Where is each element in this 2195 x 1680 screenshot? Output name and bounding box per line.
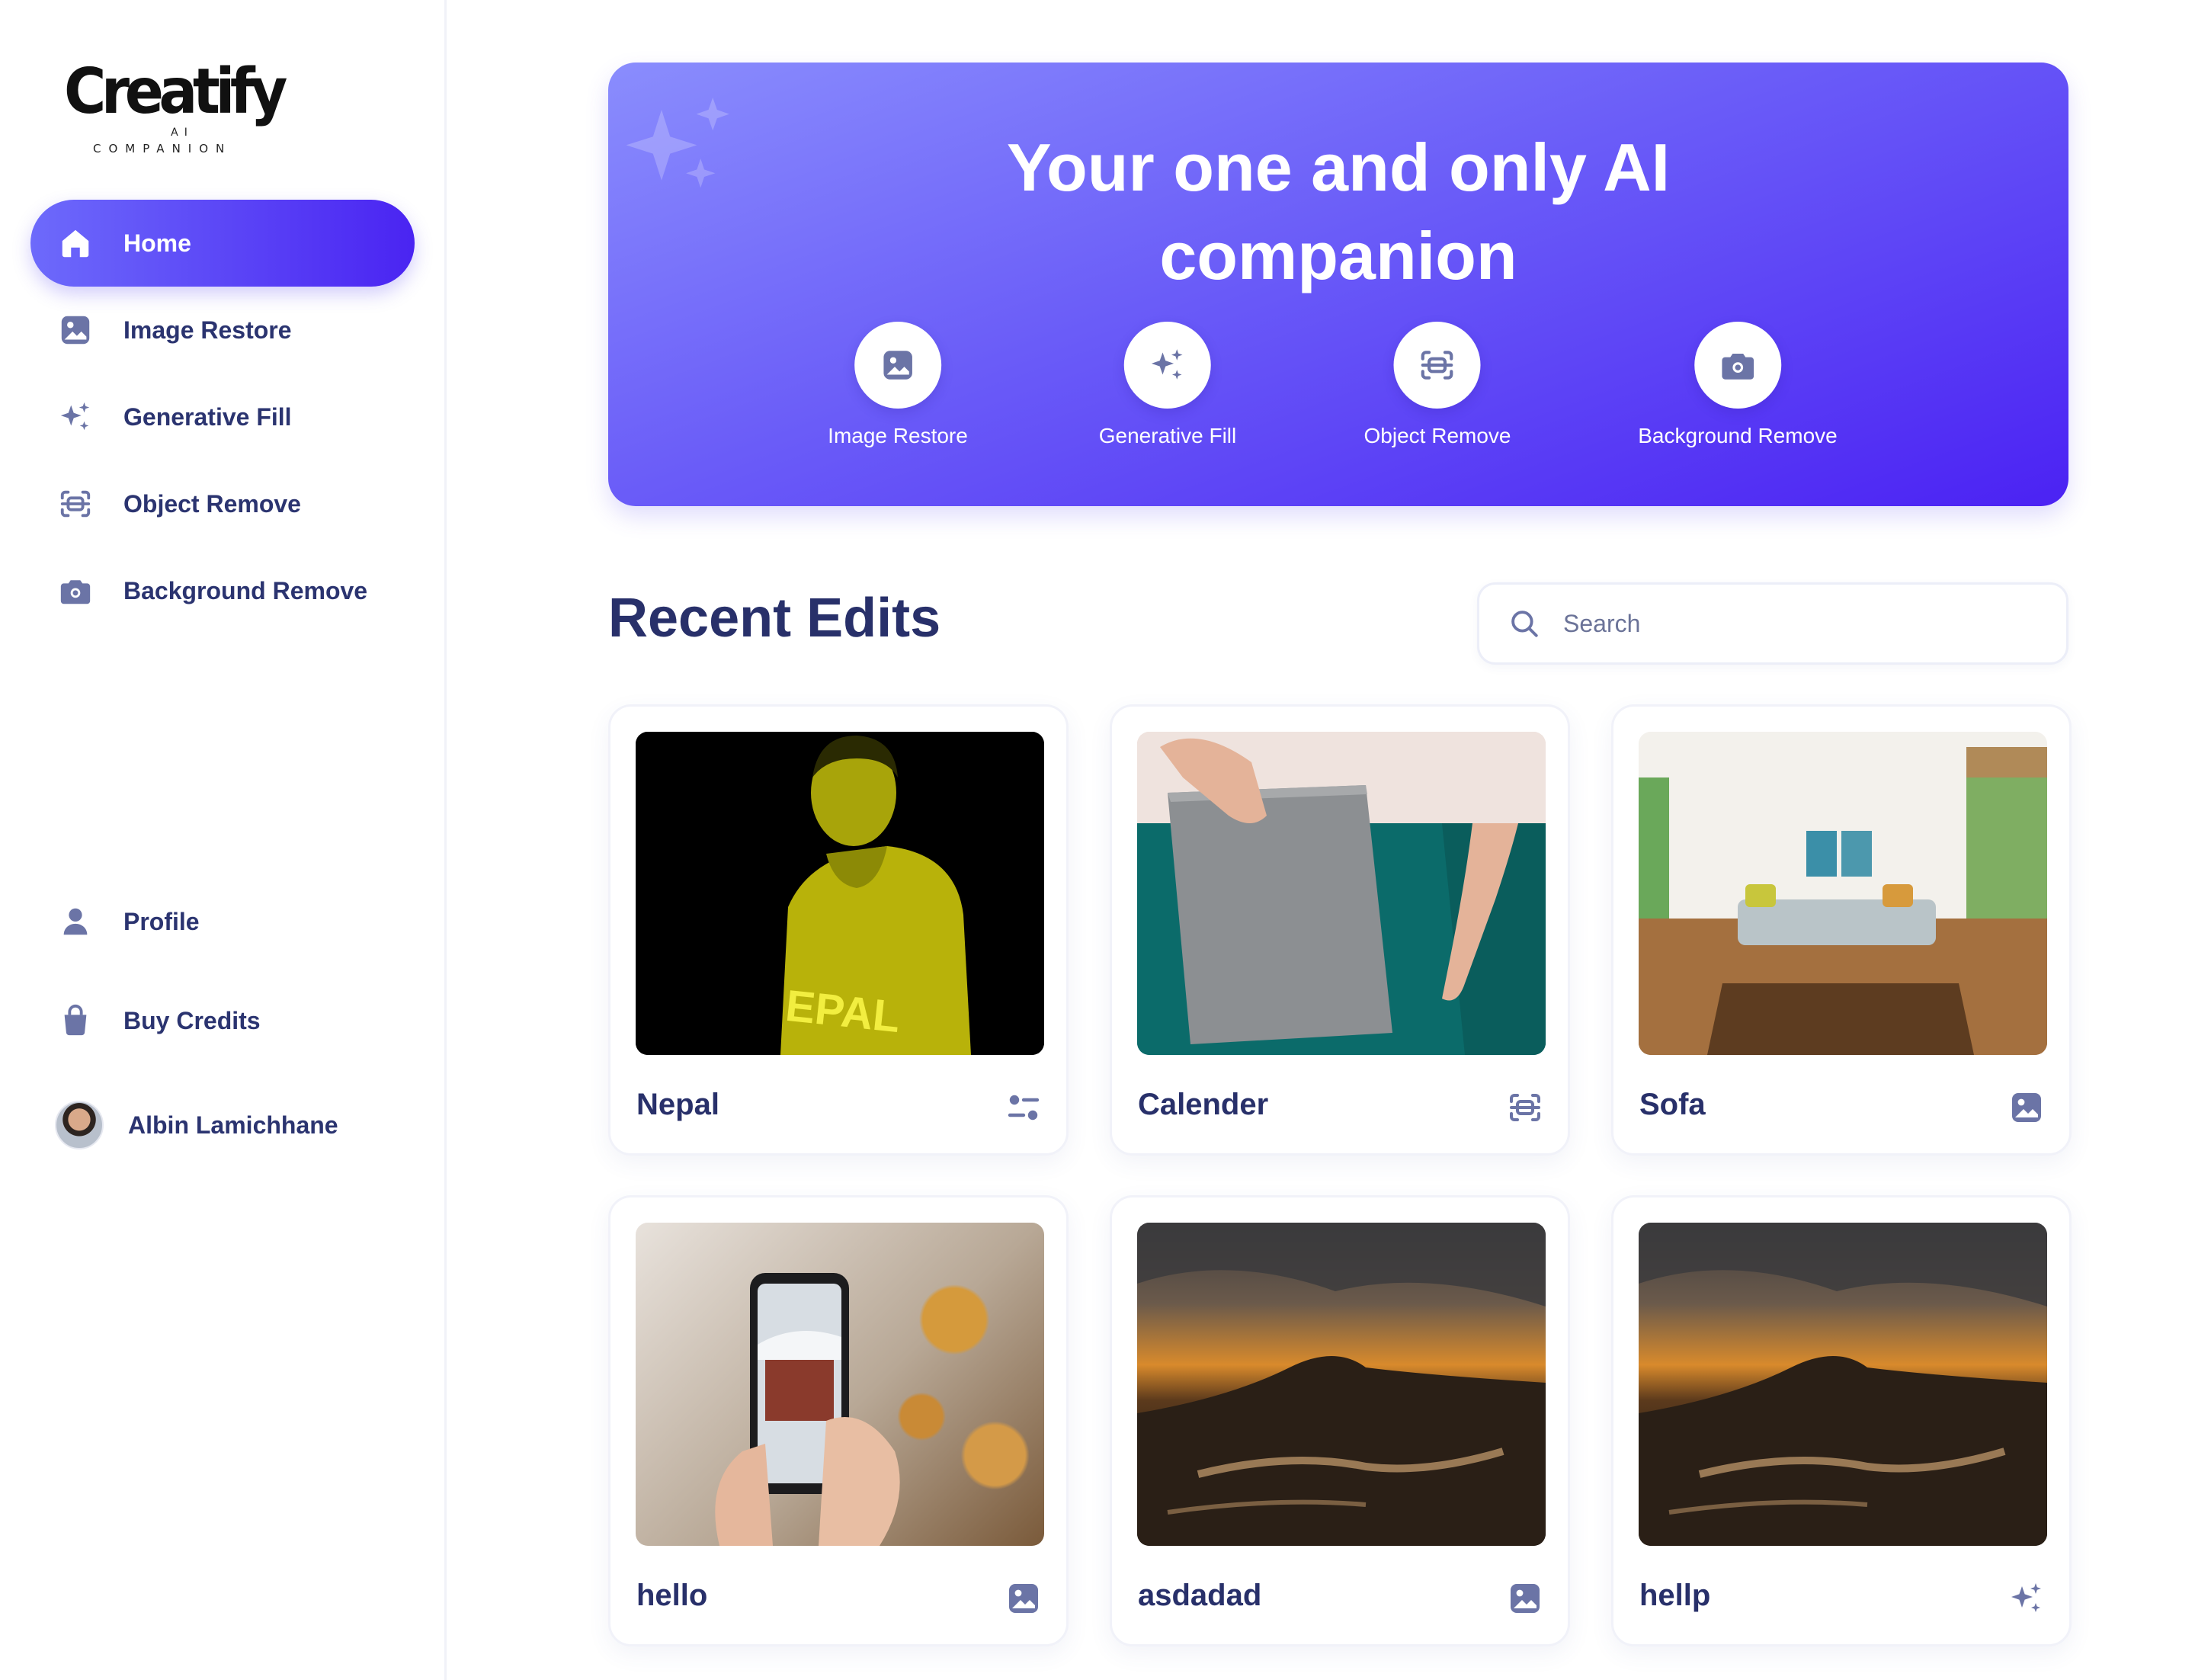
sidebar-item-home[interactable]: Home [30, 200, 415, 287]
edit-card-asdadad[interactable]: asdadad [1110, 1195, 1570, 1646]
hero-tool-background-remove[interactable]: Background Remove [1638, 322, 1838, 448]
scan-icon [1507, 1089, 1543, 1126]
logo-ai: AI [171, 127, 194, 139]
adjust-icon [1005, 1089, 1042, 1126]
sidebar-item-image-restore[interactable]: Image Restore [30, 287, 415, 374]
hero-tool-button[interactable] [1394, 322, 1481, 409]
edit-card-title: Sofa [1639, 1088, 1706, 1121]
sidebar-item-label: Image Restore [123, 316, 292, 344]
sidebar-item-buy-credits[interactable]: Buy Credits [30, 977, 415, 1064]
home-icon [56, 224, 95, 262]
search-box[interactable] [1477, 582, 2068, 665]
bag-icon [56, 1002, 95, 1040]
hero-tool-label: Image Restore [828, 424, 968, 447]
hero-tool-label: Generative Fill [1098, 424, 1237, 447]
edit-thumbnail [1137, 1223, 1546, 1546]
edit-thumbnail [1639, 1223, 2047, 1546]
hero-tool-label: Background Remove [1638, 424, 1838, 447]
camera-icon [56, 572, 95, 610]
avatar [55, 1101, 104, 1149]
image-icon [883, 351, 912, 380]
search-icon [1511, 611, 1538, 637]
hero-tool-generative-fill[interactable]: Generative Fill [1098, 322, 1237, 448]
edit-thumbnail [636, 1223, 1044, 1546]
hero-banner: Your one and only AI companion Image Res… [608, 63, 2068, 506]
logo-subtitle: COMPANION [93, 142, 232, 155]
sidebar-item-label: Object Remove [123, 489, 301, 518]
edit-card-title: hello [636, 1579, 708, 1612]
edit-card-calender[interactable]: Calender [1110, 704, 1570, 1156]
sidebar-item-profile[interactable]: Profile [30, 878, 415, 965]
edit-thumbnail [1137, 732, 1546, 1055]
hero-tool-image-restore[interactable]: Image Restore [828, 322, 968, 448]
image-icon [2008, 1089, 2045, 1126]
sidebar-item-label: Background Remove [123, 576, 368, 604]
camera-icon [1722, 354, 1754, 380]
user-name: Albin Lamichhane [128, 1111, 338, 1139]
edit-card-sofa[interactable]: Sofa [1611, 704, 2072, 1156]
logo-wordmark: Creatify [64, 56, 287, 128]
edit-thumbnail: EPAL [636, 732, 1044, 1055]
sidebar-item-generative-fill[interactable]: Generative Fill [30, 374, 415, 460]
edit-card-title: Nepal [636, 1088, 719, 1121]
hero-title: Your one and only AI companion [1006, 130, 1671, 293]
recent-edits-title: Recent Edits [608, 588, 941, 649]
hero-tool-object-remove[interactable]: Object Remove [1364, 322, 1511, 448]
sidebar-item-label: Buy Credits [123, 1006, 261, 1034]
hero-tool-button[interactable] [854, 322, 941, 409]
scan-icon [56, 485, 95, 523]
hero-tool-button[interactable] [1123, 322, 1211, 409]
edit-card-nepal[interactable]: EPAL Nepal [608, 704, 1069, 1156]
sidebar-item-label: Generative Fill [123, 402, 292, 431]
sidebar-item-object-remove[interactable]: Object Remove [30, 460, 415, 547]
brand-logo[interactable]: Creatify AI COMPANION [64, 56, 287, 157]
search-input[interactable] [1563, 609, 2036, 638]
edit-card-hellp[interactable]: hellp [1611, 1195, 2072, 1646]
image-icon [1507, 1580, 1543, 1617]
user-profile[interactable]: Albin Lamichhane [55, 1101, 338, 1149]
edit-card-hello[interactable]: hello [608, 1195, 1069, 1646]
edit-card-title: asdadad [1138, 1579, 1262, 1612]
sidebar-item-label: Profile [123, 907, 200, 935]
edit-card-title: hellp [1639, 1579, 1711, 1612]
sparkle-icon [56, 398, 95, 436]
scan-icon [1421, 351, 1453, 380]
sparkle-icon [1152, 349, 1183, 380]
user-icon [56, 903, 95, 941]
edit-card-title: Calender [1138, 1088, 1269, 1121]
image-icon [56, 311, 95, 349]
sidebar-item-background-remove[interactable]: Background Remove [30, 547, 415, 634]
hero-tool-button[interactable] [1694, 322, 1781, 409]
edit-thumbnail [1639, 732, 2047, 1055]
hero-tool-label: Object Remove [1363, 424, 1511, 447]
sidebar-item-label: Home [123, 229, 191, 257]
image-icon [1005, 1580, 1042, 1617]
sidebar: Creatify AI COMPANION Home Image Restore… [0, 0, 447, 1680]
sparkle-icon [2008, 1580, 2045, 1617]
